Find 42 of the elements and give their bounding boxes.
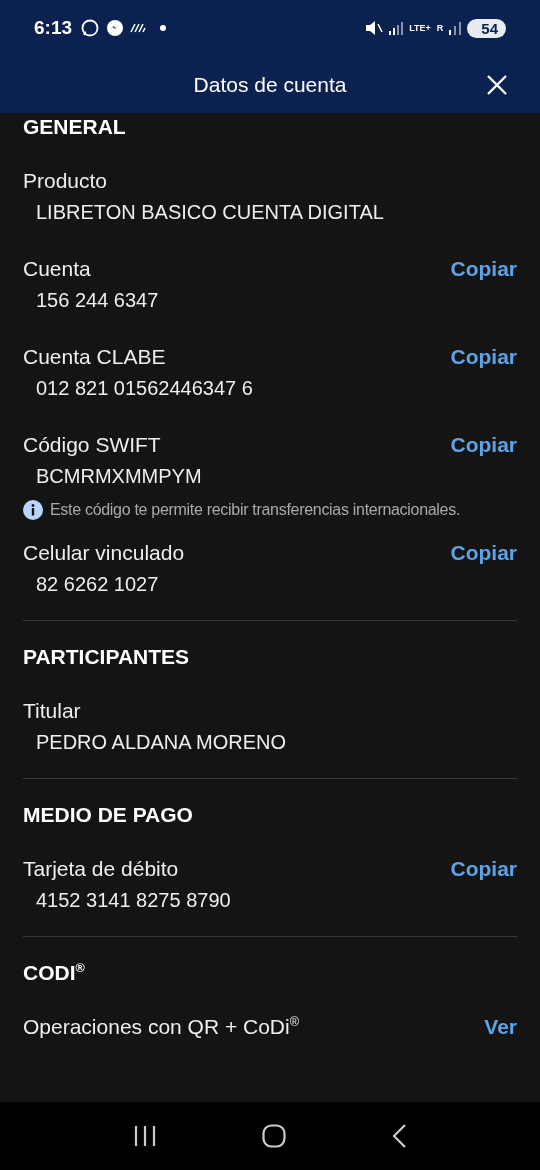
field-label: Tarjeta de débito bbox=[23, 856, 179, 882]
section-heading: GENERAL bbox=[23, 114, 127, 140]
section-heading: PARTICIPANTES bbox=[23, 644, 191, 670]
battery-indicator: 54 bbox=[467, 18, 506, 38]
section-heading: MEDIO DE PAGO bbox=[23, 802, 194, 828]
field-value: 156 244 6347 bbox=[35, 288, 160, 313]
info-note: Este código te permite recibir transferencias internacionales. bbox=[50, 501, 461, 519]
field-value: PEDRO ALDANA MORENO bbox=[35, 730, 288, 755]
field-label: Titular bbox=[23, 698, 81, 724]
field-value: 4152 3141 8275 8790 bbox=[35, 888, 232, 913]
messenger-icon bbox=[106, 19, 125, 37]
close-icon bbox=[486, 74, 508, 96]
roaming-indicator: R bbox=[436, 23, 444, 33]
notification-dot-icon bbox=[160, 25, 167, 31]
signal-icon bbox=[449, 21, 462, 35]
info-icon bbox=[23, 500, 43, 520]
field-value: BCMRMXMMPYM bbox=[35, 464, 203, 489]
field-value: LIBRETON BASICO CUENTA DIGITAL bbox=[35, 200, 385, 225]
field-value: 012 821 01562446347 6 bbox=[35, 376, 254, 401]
field-label: Cuenta CLABE bbox=[23, 344, 166, 370]
action-link[interactable]: Ver bbox=[484, 1015, 517, 1039]
section-heading: CODI$^{®}$ bbox=[23, 960, 86, 986]
action-link[interactable]: Copiar bbox=[450, 257, 517, 281]
action-link[interactable]: Copiar bbox=[450, 433, 517, 457]
field-label: Cuenta bbox=[23, 256, 91, 282]
field-label: Operaciones con QR + CoDi$^{®}$ bbox=[23, 1014, 299, 1040]
network-type: LTE+ bbox=[409, 23, 431, 33]
action-link[interactable]: Copiar bbox=[450, 345, 517, 369]
action-link[interactable]: Copiar bbox=[450, 857, 517, 881]
action-link[interactable]: Copiar bbox=[450, 541, 517, 565]
window-title: Datos de cuenta bbox=[193, 72, 347, 97]
recent-apps-icon[interactable] bbox=[132, 1125, 157, 1147]
signal-icon bbox=[389, 21, 404, 35]
field-value: 82 6262 1027 bbox=[35, 572, 160, 597]
mute-icon bbox=[365, 20, 384, 36]
field-label: Producto bbox=[23, 168, 108, 194]
home-icon[interactable] bbox=[262, 1124, 286, 1148]
field-label: Celular vinculado bbox=[23, 540, 185, 566]
stripes-icon bbox=[130, 23, 147, 33]
field-label: Código SWIFT bbox=[23, 432, 161, 458]
back-icon[interactable] bbox=[391, 1124, 408, 1148]
status-time: 6:13 bbox=[34, 17, 73, 39]
